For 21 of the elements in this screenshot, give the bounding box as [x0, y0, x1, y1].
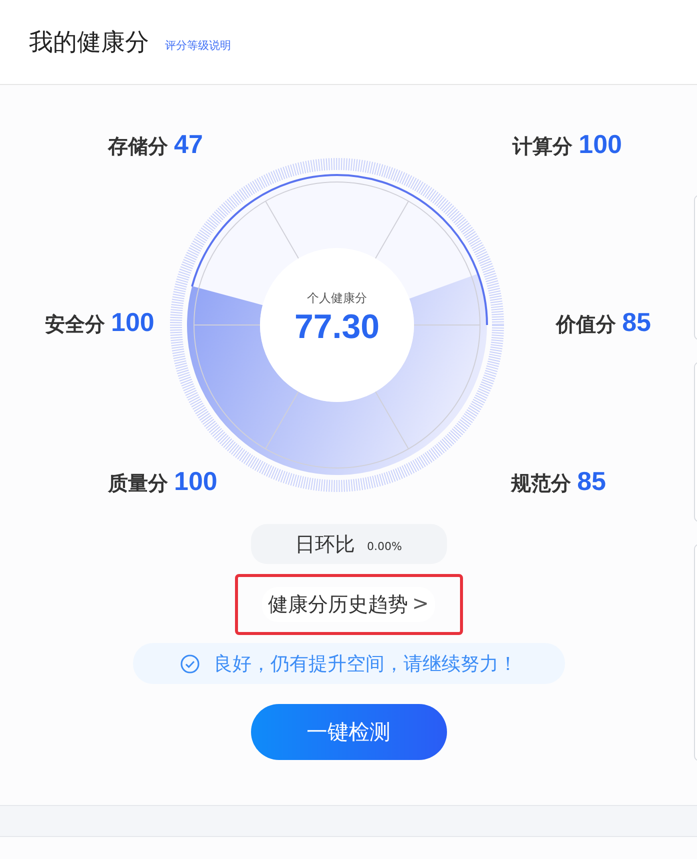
score-value: 85 [577, 466, 606, 497]
score-value: 85 [622, 307, 651, 338]
score-value: 100 [111, 307, 154, 338]
daily-change-label: 日环比 [295, 530, 356, 558]
score-label: 安全分 [45, 311, 105, 338]
check-circle-icon [180, 654, 200, 674]
rating-info-link[interactable]: 评分等级说明 [165, 38, 231, 52]
score-value: 100 [174, 466, 218, 497]
score-label: 规范分 [511, 470, 572, 497]
score-label: 计算分 [512, 133, 573, 160]
score-label: 价值分 [556, 311, 616, 338]
score-value: 100 [578, 129, 622, 160]
health-score: 77.30 [294, 307, 380, 348]
daily-change-value: 0.00% [367, 540, 402, 552]
score-label: 质量分 [108, 470, 168, 497]
status-message: 良好，仍有提升空间，请继续努力！ [214, 652, 518, 676]
score-value: 47 [174, 129, 203, 160]
one-click-check-button[interactable]: 一键检测 [250, 704, 446, 760]
page-title: 我的健康分 [29, 27, 149, 58]
score-label: 存储分 [108, 133, 168, 160]
gauge-caption: 个人健康分 [307, 290, 367, 307]
